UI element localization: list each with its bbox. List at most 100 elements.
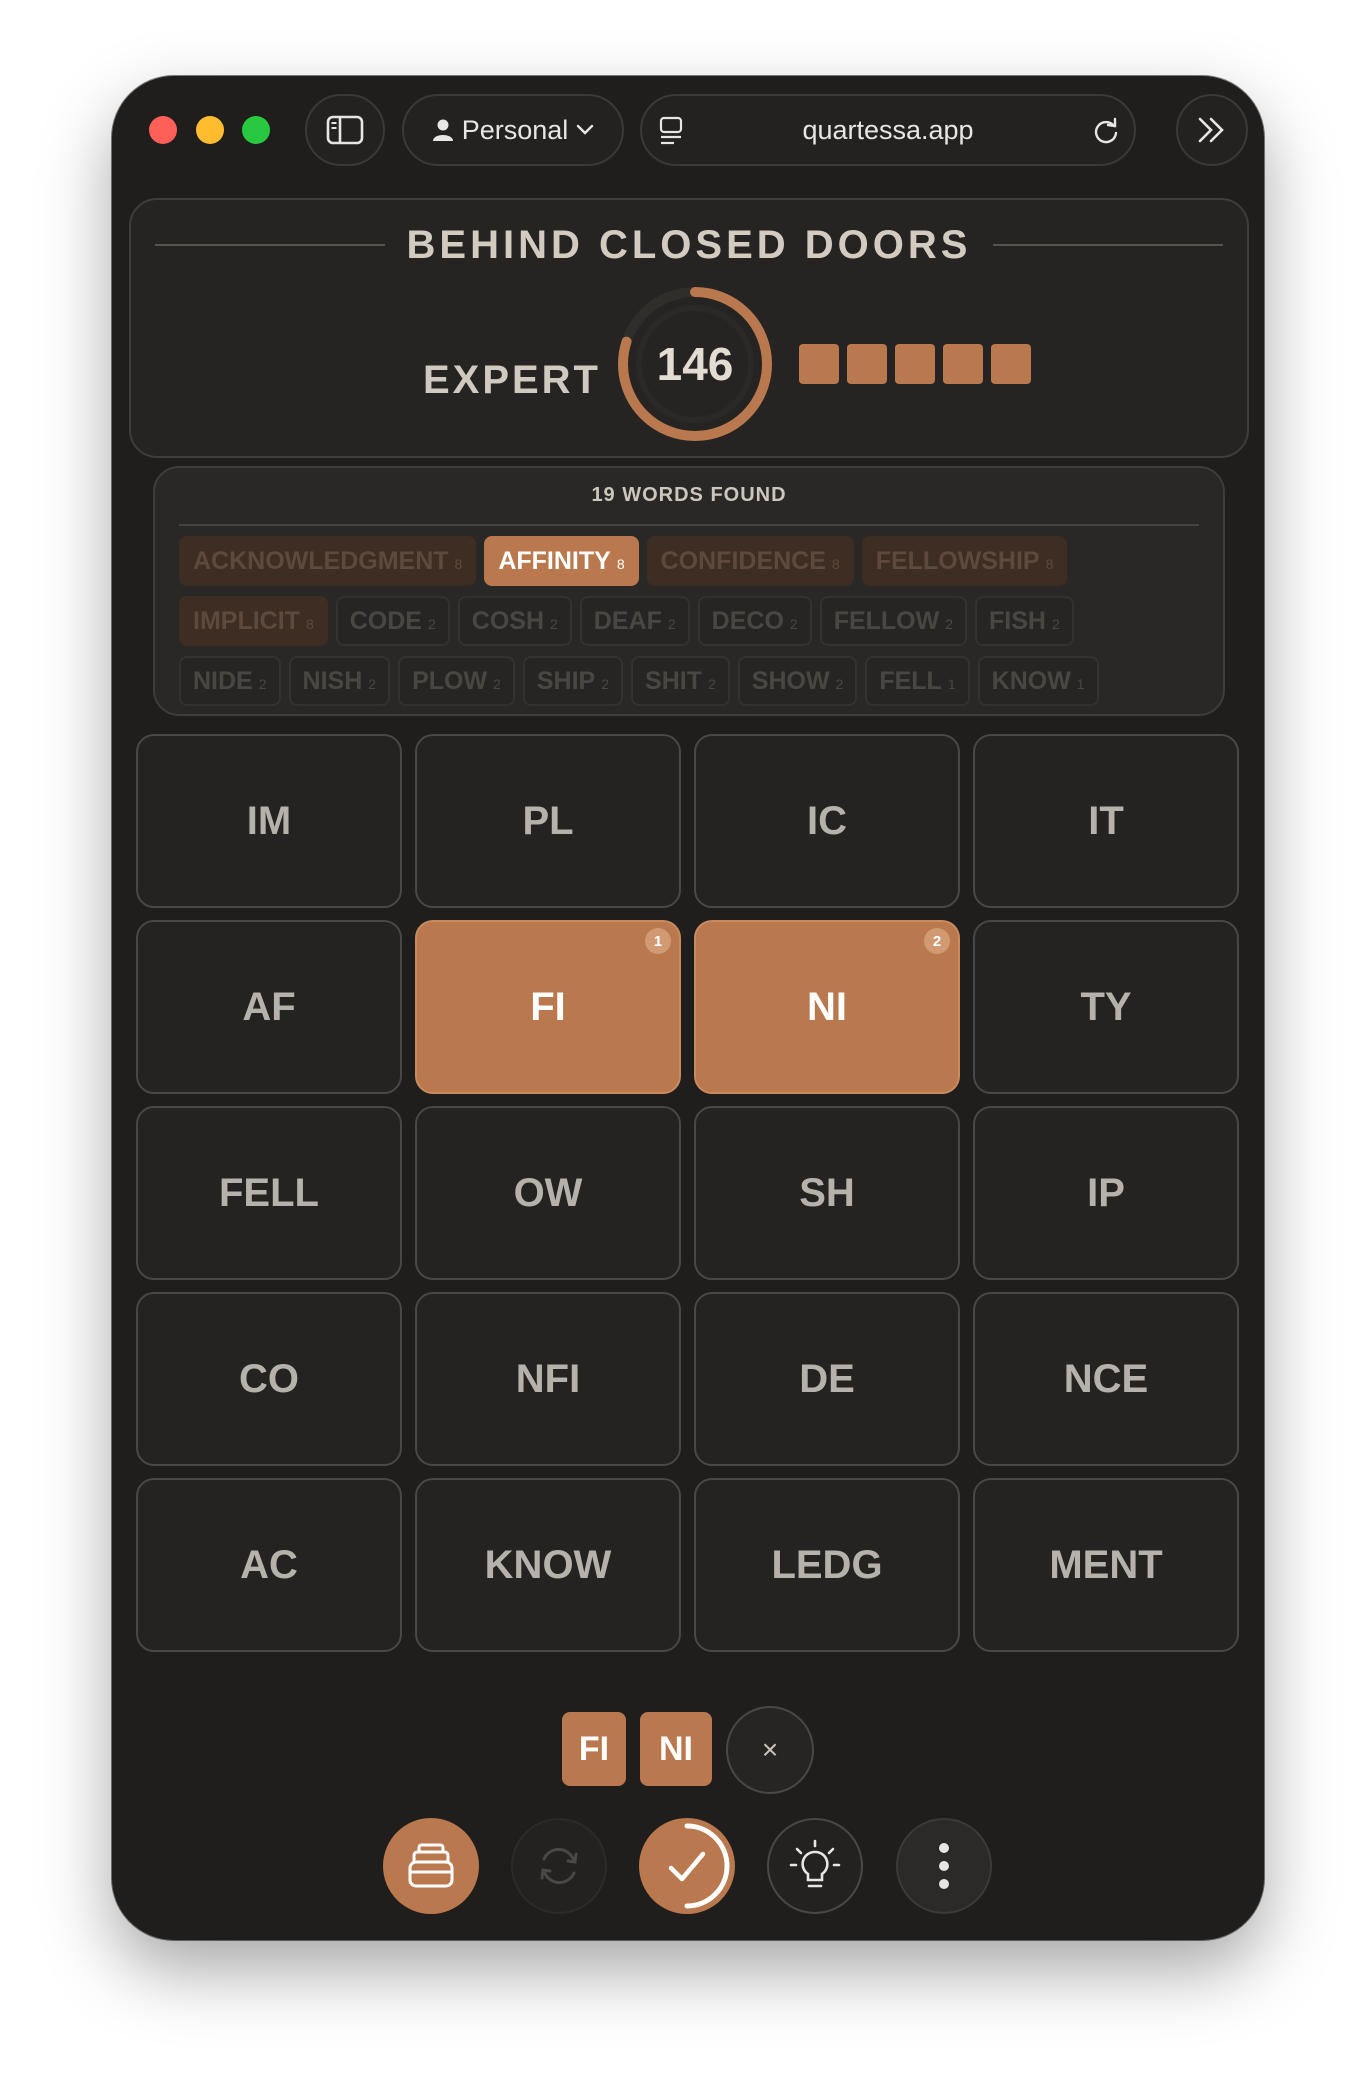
found-word-chip[interactable]: NISH 2 bbox=[288, 656, 391, 706]
browser-window: Personal quartessa.app BEHIND CLOSED DOO… bbox=[112, 76, 1264, 1940]
tile-label: NI bbox=[807, 984, 847, 1029]
found-word-chip[interactable]: ACKNOWLEDGMENT 8 bbox=[179, 536, 477, 586]
page-menu-icon bbox=[659, 116, 683, 145]
title-divider-right bbox=[993, 244, 1223, 246]
tile-ic[interactable]: IC bbox=[694, 734, 960, 908]
found-word-chip[interactable]: AFFINITY 8 bbox=[484, 536, 639, 586]
close-window-button[interactable] bbox=[149, 116, 177, 144]
found-word-count: 1 bbox=[947, 676, 956, 692]
found-word-count: 8 bbox=[454, 556, 463, 572]
tile-ow[interactable]: OW bbox=[415, 1106, 681, 1280]
toolbar-overflow-button[interactable] bbox=[1176, 94, 1248, 166]
selection-order-badge: 2 bbox=[924, 928, 950, 954]
found-word-chip[interactable]: FELLOWSHIP 8 bbox=[861, 536, 1068, 586]
shuffle-icon bbox=[540, 1848, 578, 1884]
found-word-text: ACKNOWLEDGMENT bbox=[193, 547, 449, 575]
tile-im[interactable]: IM bbox=[136, 734, 402, 908]
tile-label: AC bbox=[240, 1542, 298, 1587]
profile-label: Personal bbox=[461, 114, 569, 145]
tile-ip[interactable]: IP bbox=[973, 1106, 1239, 1280]
chevron-down-icon bbox=[577, 124, 594, 135]
found-word-chip[interactable]: SHOW 2 bbox=[737, 656, 858, 706]
reload-icon[interactable] bbox=[1092, 116, 1120, 146]
sidebar-icon bbox=[326, 115, 364, 145]
tile-af[interactable]: AF bbox=[136, 920, 402, 1094]
tile-ac[interactable]: AC bbox=[136, 1478, 402, 1652]
found-word-chip[interactable]: IMPLICIT 8 bbox=[179, 596, 328, 646]
found-word-text: SHOW bbox=[751, 667, 830, 695]
tile-know[interactable]: KNOW bbox=[415, 1478, 681, 1652]
found-word-count: 2 bbox=[835, 676, 844, 692]
tile-ty[interactable]: TY bbox=[973, 920, 1239, 1094]
found-word-chip[interactable]: SHIT 2 bbox=[631, 656, 730, 706]
progress-square bbox=[991, 344, 1031, 384]
found-word-chip[interactable]: FELLOW 2 bbox=[819, 596, 968, 646]
selected-piece: NI bbox=[640, 1712, 712, 1786]
tile-label: CO bbox=[239, 1356, 299, 1401]
found-words-panel: 19 WORDS FOUND ACKNOWLEDGMENT 8 AFFINITY 8 C… bbox=[153, 466, 1225, 716]
found-word-chip[interactable]: NIDE 2 bbox=[179, 656, 281, 706]
submit-button[interactable] bbox=[639, 1818, 735, 1914]
found-word-chip[interactable]: DECO 2 bbox=[697, 596, 812, 646]
tile-label: NFI bbox=[515, 1356, 581, 1401]
tile-fi[interactable]: FI 1 bbox=[415, 920, 681, 1094]
tile-de[interactable]: DE bbox=[694, 1292, 960, 1466]
tile-label: LEDG bbox=[771, 1542, 883, 1587]
selected-piece: FI bbox=[562, 1712, 626, 1786]
minimize-window-button[interactable] bbox=[196, 116, 224, 144]
found-word-count: 2 bbox=[789, 616, 798, 632]
hint-button[interactable] bbox=[767, 1818, 863, 1914]
tile-label: NCE bbox=[1063, 1356, 1149, 1401]
more-options-button[interactable] bbox=[896, 1818, 992, 1914]
found-word-chip[interactable]: FISH 2 bbox=[975, 596, 1074, 646]
profile-menu-button[interactable]: Personal bbox=[402, 94, 624, 166]
tile-co[interactable]: CO bbox=[136, 1292, 402, 1466]
score-value: 146 bbox=[656, 338, 734, 390]
found-word-chip[interactable]: KNOW 1 bbox=[977, 656, 1099, 706]
sidebar-toggle-button[interactable] bbox=[305, 94, 385, 166]
tile-ni[interactable]: NI 2 bbox=[694, 920, 960, 1094]
tile-pl[interactable]: PL bbox=[415, 734, 681, 908]
tile-ment[interactable]: MENT bbox=[973, 1478, 1239, 1652]
found-word-text: FELLOWSHIP bbox=[875, 547, 1040, 575]
tile-fell[interactable]: FELL bbox=[136, 1106, 402, 1280]
found-word-chip[interactable]: COSH 2 bbox=[457, 596, 572, 646]
found-word-chip[interactable]: FELL 1 bbox=[865, 656, 970, 706]
tile-nfi[interactable]: NFI bbox=[415, 1292, 681, 1466]
clear-selection-button[interactable]: × bbox=[726, 1706, 814, 1794]
found-word-text: FELLOW bbox=[833, 607, 940, 635]
address-bar[interactable]: quartessa.app bbox=[640, 94, 1136, 166]
found-word-count: 2 bbox=[368, 676, 377, 692]
found-word-chip[interactable]: SHIP 2 bbox=[522, 656, 624, 706]
found-word-count: 2 bbox=[707, 676, 716, 692]
found-word-chip[interactable]: PLOW 2 bbox=[398, 656, 515, 706]
tile-ledg[interactable]: LEDG bbox=[694, 1478, 960, 1652]
found-word-chip[interactable]: DEAF 2 bbox=[579, 596, 690, 646]
tile-label: MENT bbox=[1049, 1542, 1163, 1587]
found-word-text: SHIP bbox=[536, 667, 596, 695]
found-word-count: 8 bbox=[831, 556, 840, 572]
found-word-count: 8 bbox=[1045, 556, 1054, 572]
found-word-text: DEAF bbox=[593, 607, 662, 635]
progress-squares bbox=[799, 344, 1031, 384]
found-word-text: IMPLICIT bbox=[193, 607, 300, 635]
found-words-button[interactable] bbox=[383, 1818, 479, 1914]
found-word-text: NISH bbox=[302, 667, 363, 695]
found-words-list: ACKNOWLEDGMENT 8 AFFINITY 8 CONFIDENCE 8 FELLO… bbox=[179, 536, 1209, 716]
tile-it[interactable]: IT bbox=[973, 734, 1239, 908]
found-word-chip[interactable]: CODE 2 bbox=[335, 596, 450, 646]
shuffle-button[interactable] bbox=[511, 1818, 607, 1914]
progress-square bbox=[943, 344, 983, 384]
found-word-chip[interactable]: CONFIDENCE 8 bbox=[646, 536, 854, 586]
tile-sh[interactable]: SH bbox=[694, 1106, 960, 1280]
found-word-count: 8 bbox=[305, 616, 314, 632]
found-words-count: 19 WORDS FOUND bbox=[591, 484, 787, 506]
zoom-window-button[interactable] bbox=[242, 116, 270, 144]
tile-label: FELL bbox=[219, 1170, 319, 1215]
lightbulb-icon bbox=[789, 1839, 841, 1888]
found-word-count: 2 bbox=[667, 616, 676, 632]
found-word-count: 2 bbox=[427, 616, 436, 632]
selection-order-badge: 1 bbox=[645, 928, 671, 954]
found-word-text: NIDE bbox=[193, 667, 253, 695]
tile-nce[interactable]: NCE bbox=[973, 1292, 1239, 1466]
